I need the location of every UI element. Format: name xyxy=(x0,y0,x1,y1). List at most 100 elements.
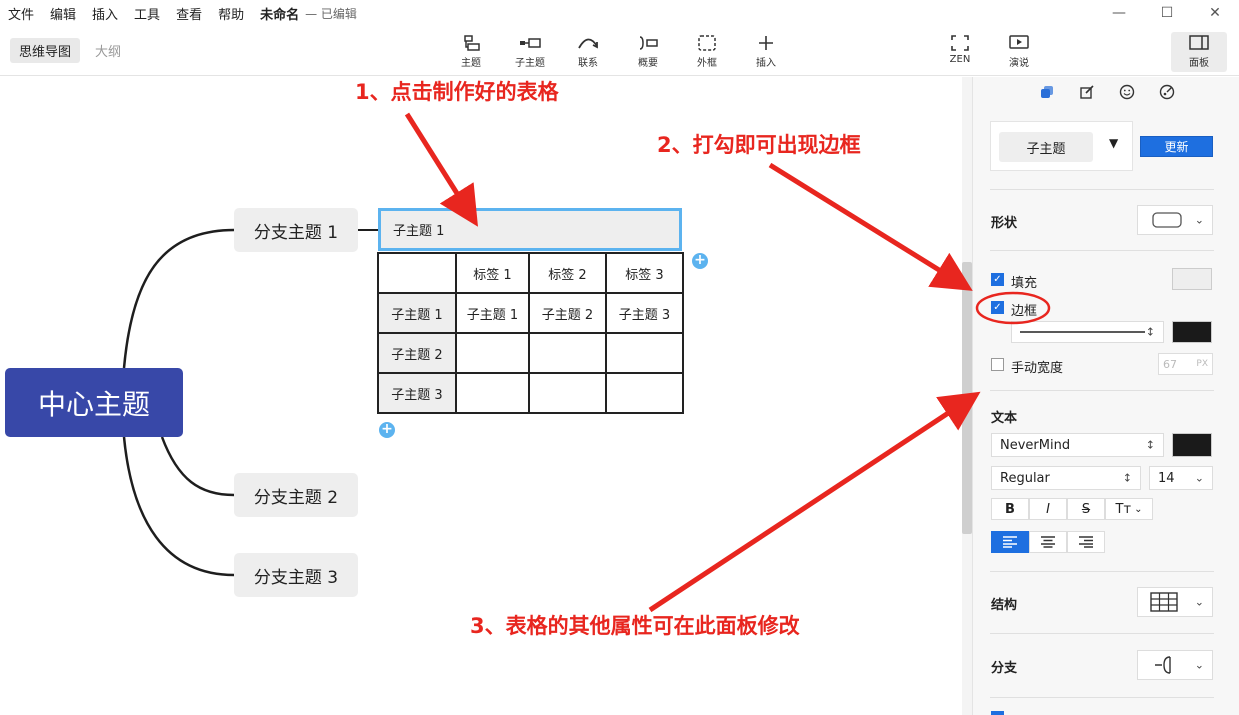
manual-width-checkbox[interactable] xyxy=(991,358,1004,371)
subtopic-icon xyxy=(520,38,541,48)
plus-icon xyxy=(759,36,773,50)
width-unit: PX xyxy=(1196,359,1208,369)
align-center-button[interactable] xyxy=(1029,531,1067,553)
menu-tools[interactable]: 工具 xyxy=(134,4,160,23)
insert-button[interactable]: 插入 xyxy=(738,32,794,69)
panel-icon xyxy=(1189,35,1209,50)
branch-topic-1[interactable]: 分支主题 1 xyxy=(234,208,358,252)
table-corner-cell[interactable] xyxy=(377,252,457,294)
tab-mindmap[interactable]: 思维导图 xyxy=(10,38,81,63)
window-controls: — ☐ ✕ xyxy=(1095,0,1239,26)
table-topic-selected[interactable]: 子主题 1 xyxy=(378,208,682,251)
central-topic[interactable]: 中心主题 xyxy=(5,368,183,437)
relation-button[interactable]: 联系 xyxy=(560,32,616,69)
align-right-button[interactable] xyxy=(1067,531,1105,553)
toolbar: 思维导图 大纲 主题 子主题 联系 概要 外框 插入 ZEN 演说 面板 xyxy=(0,26,1239,76)
add-row-icon[interactable]: + xyxy=(379,422,395,438)
border-line-style-select[interactable]: ↕ xyxy=(1011,321,1164,343)
table-cell[interactable]: 子主题 1 xyxy=(455,292,530,334)
width-input[interactable]: 67 PX xyxy=(1158,353,1213,375)
solid-line-icon xyxy=(1020,331,1145,333)
updown-icon: ↕ xyxy=(1145,438,1155,452)
table-col-header[interactable]: 标签 3 xyxy=(605,252,684,294)
add-column-icon[interactable]: + xyxy=(692,253,708,269)
table-cell[interactable] xyxy=(455,372,530,414)
font-weight-select[interactable]: Regular ↕ xyxy=(991,466,1141,490)
table-header-row: 标签 1 标签 2 标签 3 xyxy=(377,252,684,294)
shape-select[interactable]: ⌄ xyxy=(1137,205,1213,235)
table-row-header[interactable]: 子主题 1 xyxy=(377,292,457,334)
fill-checkbox[interactable]: ✓ xyxy=(991,273,1004,286)
style-tab-icon[interactable] xyxy=(1027,77,1067,107)
panel-button[interactable]: 面板 xyxy=(1171,32,1227,72)
strikethrough-button[interactable]: S xyxy=(1067,498,1105,520)
font-family-select[interactable]: NeverMind ↕ xyxy=(991,433,1164,457)
chevron-down-icon: ⌄ xyxy=(1194,213,1204,227)
width-value: 67 xyxy=(1163,357,1177,371)
table-cell[interactable] xyxy=(605,372,684,414)
table-col-header[interactable]: 标签 2 xyxy=(528,252,607,294)
table-cell[interactable] xyxy=(528,372,607,414)
border-color-swatch[interactable] xyxy=(1172,321,1212,343)
italic-button[interactable]: I xyxy=(1029,498,1067,520)
chevron-down-icon[interactable]: ▼ xyxy=(1109,136,1118,150)
shape-label: 形状 xyxy=(991,216,1018,231)
chevron-down-icon: ⌄ xyxy=(1194,595,1204,609)
divider xyxy=(990,571,1214,572)
subtopic-label: 子主题 xyxy=(515,58,545,69)
divider xyxy=(990,250,1214,251)
text-case-label: Tт xyxy=(1115,501,1132,517)
theme-tab-icon[interactable] xyxy=(1147,77,1187,107)
matrix-table: 标签 1 标签 2 标签 3 子主题 1 子主题 1 子主题 2 子主题 3 子… xyxy=(377,252,684,414)
table-cell[interactable] xyxy=(605,332,684,374)
summary-button[interactable]: 概要 xyxy=(620,32,676,69)
table-cell[interactable]: 子主题 3 xyxy=(605,292,684,334)
menu-help[interactable]: 帮助 xyxy=(218,4,244,23)
text-color-swatch[interactable] xyxy=(1172,433,1212,457)
boundary-button[interactable]: 外框 xyxy=(679,32,735,69)
style-selector[interactable]: 子主题 ▼ xyxy=(990,121,1133,171)
summary-icon xyxy=(639,36,658,50)
maximize-icon[interactable]: ☐ xyxy=(1143,0,1191,26)
font-size-select[interactable]: 14 ⌄ xyxy=(1149,466,1213,490)
menu-file[interactable]: 文件 xyxy=(8,4,34,23)
font-size-value: 14 xyxy=(1158,470,1175,486)
update-style-button[interactable]: 更新 xyxy=(1140,136,1213,157)
table-col-header[interactable]: 标签 1 xyxy=(455,252,530,294)
pitch-button[interactable]: 演说 xyxy=(991,32,1047,69)
branch-topic-2[interactable]: 分支主题 2 xyxy=(234,473,358,517)
fill-color-swatch[interactable] xyxy=(1172,268,1212,290)
table-cell[interactable]: 子主题 2 xyxy=(528,292,607,334)
menu-view[interactable]: 查看 xyxy=(176,4,202,23)
menu-edit[interactable]: 编辑 xyxy=(50,4,76,23)
menu-insert[interactable]: 插入 xyxy=(92,4,118,23)
table-row-header[interactable]: 子主题 2 xyxy=(377,332,457,374)
text-case-button[interactable]: Tт ⌄ xyxy=(1105,498,1153,520)
minimize-icon[interactable]: — xyxy=(1095,0,1143,26)
align-left-button[interactable] xyxy=(991,531,1029,553)
annotation-step-3: 3、表格的其他属性可在此面板修改 xyxy=(470,614,800,638)
partial-checkbox[interactable] xyxy=(991,711,1004,715)
border-checkbox[interactable]: ✓ xyxy=(991,301,1004,314)
view-tabs: 思维导图 大纲 xyxy=(10,38,136,63)
topic-button[interactable]: 主题 xyxy=(443,32,499,69)
scrollbar-thumb[interactable] xyxy=(962,262,972,534)
divider xyxy=(990,189,1214,190)
table-cell[interactable] xyxy=(528,332,607,374)
structure-select[interactable]: ⌄ xyxy=(1137,587,1213,617)
branch-topic-3[interactable]: 分支主题 3 xyxy=(234,553,358,597)
branch-style-select[interactable]: ⌄ xyxy=(1137,650,1213,680)
emoji-tab-icon[interactable] xyxy=(1107,77,1147,107)
subtopic-button[interactable]: 子主题 xyxy=(502,32,558,69)
close-icon[interactable]: ✕ xyxy=(1191,0,1239,26)
table-row-header[interactable]: 子主题 3 xyxy=(377,372,457,414)
rounded-rect-shape-icon xyxy=(1152,212,1182,228)
table-cell[interactable] xyxy=(455,332,530,374)
chevron-down-icon: ⌄ xyxy=(1194,658,1204,672)
tab-outline[interactable]: 大纲 xyxy=(86,38,130,63)
branch-label: 分支 xyxy=(991,661,1018,676)
format-tab-icon[interactable] xyxy=(1067,77,1107,107)
zen-button[interactable]: ZEN xyxy=(932,32,988,65)
bold-button[interactable]: B xyxy=(991,498,1029,520)
boundary-label: 外框 xyxy=(697,58,717,69)
